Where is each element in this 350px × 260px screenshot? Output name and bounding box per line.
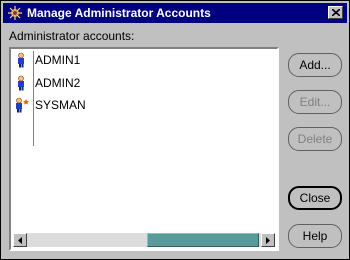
super-admin-user-icon: [13, 97, 29, 113]
close-button[interactable]: Close: [288, 186, 342, 210]
close-window-button[interactable]: [328, 6, 343, 19]
scroll-right-button[interactable]: [261, 233, 275, 247]
list-item-label: SYSMAN: [35, 98, 86, 112]
scroll-left-button[interactable]: [13, 233, 27, 247]
add-button[interactable]: Add...: [288, 53, 342, 77]
app-icon: [7, 5, 23, 21]
accounts-list-label: Administrator accounts:: [9, 29, 135, 43]
list-item-sysman[interactable]: SYSMAN: [13, 96, 243, 114]
arrow-left-icon: [18, 237, 22, 244]
admin-user-icon: [13, 75, 29, 91]
admin-user-icon: [13, 52, 29, 68]
list-item-admin1[interactable]: ADMIN1: [13, 51, 243, 69]
close-icon: [332, 9, 340, 16]
arrow-right-icon: [266, 237, 270, 244]
manage-admin-accounts-dialog: Manage Administrator Accounts Administra…: [0, 0, 350, 260]
accounts-list[interactable]: ADMIN1 ADMIN2 SYSMAN: [9, 47, 279, 251]
scrollbar-thumb[interactable]: [147, 233, 259, 247]
window-title: Manage Administrator Accounts: [27, 6, 211, 20]
help-button[interactable]: Help: [288, 224, 342, 248]
title-bar[interactable]: Manage Administrator Accounts: [3, 3, 347, 23]
list-item-label: ADMIN2: [35, 76, 81, 90]
edit-button[interactable]: Edit...: [288, 90, 342, 114]
list-item-admin2[interactable]: ADMIN2: [13, 74, 243, 92]
delete-button[interactable]: Delete: [288, 127, 342, 151]
list-item-label: ADMIN1: [35, 53, 81, 67]
horizontal-scrollbar[interactable]: [13, 233, 275, 247]
